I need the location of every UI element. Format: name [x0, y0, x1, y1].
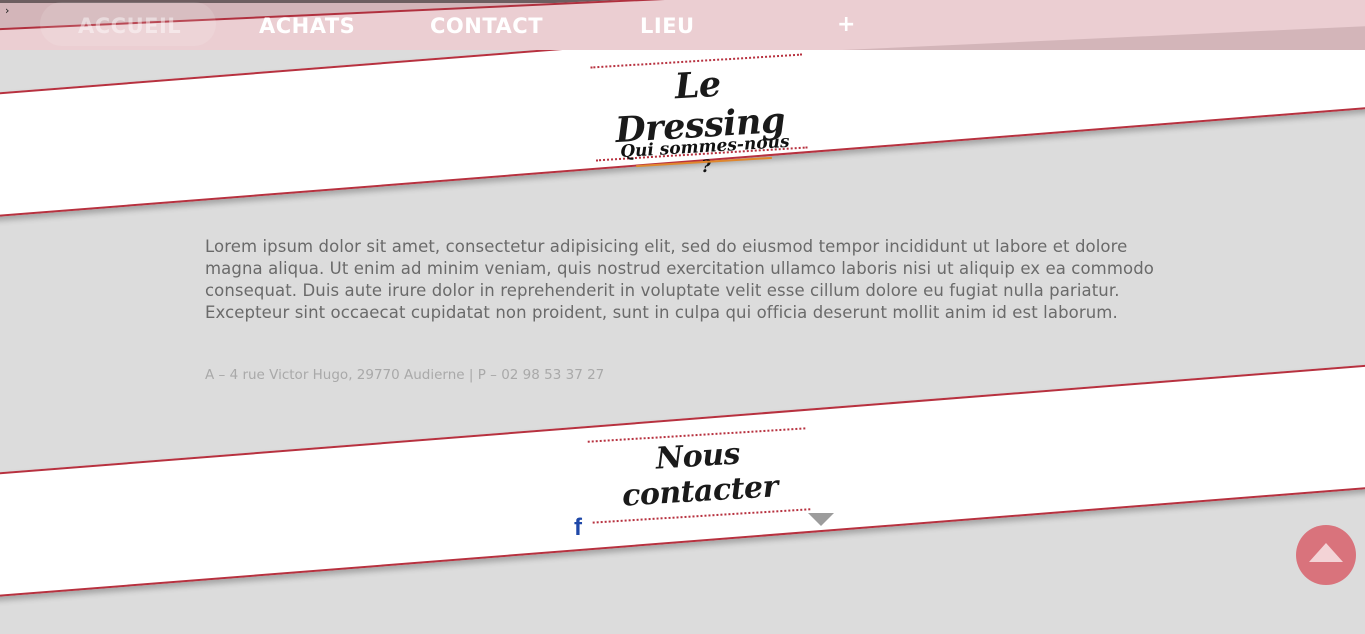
nav-arrow-icon: › [5, 4, 10, 17]
caret-down-icon[interactable] [808, 513, 834, 526]
back-to-top-button[interactable] [1296, 525, 1356, 585]
nav-item-achats[interactable]: ACHATS [259, 14, 355, 38]
address-line: A – 4 rue Victor Hugo, 29770 Audierne | … [205, 367, 605, 383]
top-navigation: › ACCUEIL ACHATS CONTACT LIEU + [0, 0, 1365, 50]
contact-title: Nous contacter [621, 436, 779, 514]
facebook-icon[interactable]: f [574, 514, 582, 542]
nav-item-lieu[interactable]: LIEU [640, 14, 695, 38]
contact-title-block: Nous contacter [583, 427, 816, 524]
nav-item-accueil[interactable]: ACCUEIL [78, 14, 181, 38]
nav-item-more[interactable]: + [837, 12, 856, 37]
arrow-up-icon [1309, 543, 1343, 562]
nav-item-contact[interactable]: CONTACT [430, 14, 543, 38]
about-paragraph: Lorem ipsum dolor sit amet, consectetur … [205, 237, 1154, 322]
